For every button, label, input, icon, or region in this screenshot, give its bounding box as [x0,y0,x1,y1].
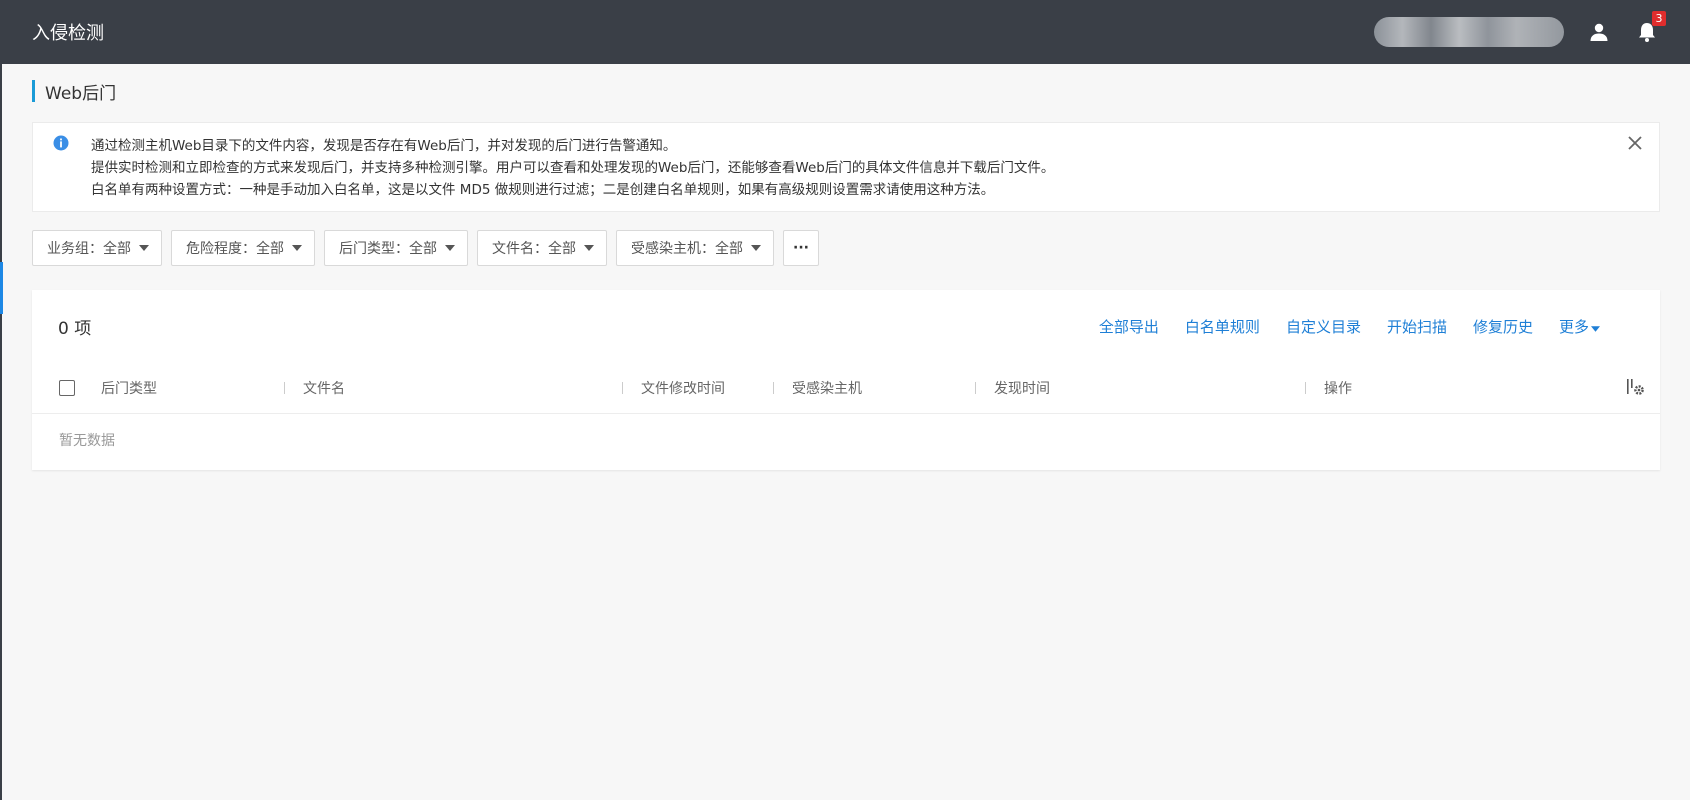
custom-directory-button[interactable]: 自定义目录 [1286,316,1361,337]
column-backdoor-type[interactable]: 后门类型 [101,362,157,414]
export-all-button[interactable]: 全部导出 [1099,316,1159,337]
filter-infected-host[interactable]: 受感染主机：全部 [616,230,774,266]
table-actions: 全部导出 白名单规则 自定义目录 开始扫描 修复历史 更多 [1099,316,1634,337]
more-actions-dropdown[interactable]: 更多 [1559,316,1600,337]
column-file-name[interactable]: 文件名 [303,362,345,414]
table-toolbar: 0 项 全部导出 白名单规则 自定义目录 开始扫描 修复历史 更多 [32,290,1660,362]
select-all-checkbox[interactable] [59,380,75,396]
close-icon[interactable] [1627,135,1643,158]
more-filters-button[interactable]: ··· [783,230,819,266]
results-table-card: 0 项 全部导出 白名单规则 自定义目录 开始扫描 修复历史 更多 后门类型 文… [32,290,1660,470]
empty-state: 暂无数据 [59,433,115,449]
top-bar: 入侵检测 3 [2,0,1690,64]
caret-down-icon [292,245,302,251]
caret-down-icon [751,245,761,251]
table-header: 后门类型 文件名 文件修改时间 受感染主机 发现时间 操作 [32,362,1660,414]
repair-history-button[interactable]: 修复历史 [1473,316,1533,337]
result-count: 0 项 [58,318,92,339]
column-divider [622,382,623,394]
user-icon[interactable] [1586,19,1612,45]
column-infected-host[interactable]: 受感染主机 [792,362,862,414]
info-line-3: 白名单有两种设置方式：一种是手动加入白名单，这是以文件 MD5 做规则进行过滤；… [91,182,995,198]
caret-down-icon [584,245,594,251]
info-alert: 通过检测主机Web目录下的文件内容，发现是否存在有Web后门，并对发现的后门进行… [32,122,1660,212]
caret-down-icon [139,245,149,251]
column-settings-icon[interactable] [1626,378,1646,400]
start-scan-button[interactable]: 开始扫描 [1387,316,1447,337]
column-actions: 操作 [1324,381,1352,397]
filter-risk-level[interactable]: 危险程度：全部 [171,230,315,266]
column-file-modified-time[interactable]: 文件修改时间 [641,362,725,414]
info-line-2: 提供实时检测和立即检查的方式来发现后门，并支持多种检测引擎。用户可以查看和处理发… [91,160,1055,176]
filter-backdoor-type[interactable]: 后门类型：全部 [324,230,468,266]
filter-file-name[interactable]: 文件名：全部 [477,230,607,266]
user-name-blurred[interactable] [1374,17,1564,47]
caret-down-icon [445,245,455,251]
app-title: 入侵检测 [32,23,104,44]
filter-business-group[interactable]: 业务组：全部 [32,230,162,266]
info-icon [53,135,69,158]
caret-down-icon [1591,325,1600,332]
notification-bell-button[interactable]: 3 [1634,11,1666,45]
top-bar-right: 3 [1374,11,1666,47]
page-title: Web后门 [32,80,1660,104]
notification-badge: 3 [1652,11,1666,26]
column-divider [1305,382,1306,394]
whitelist-rules-button[interactable]: 白名单规则 [1185,316,1260,337]
column-divider [284,382,285,394]
column-divider [773,382,774,394]
ellipsis-icon: ··· [793,240,809,256]
column-discovered-time[interactable]: 发现时间 [994,362,1050,414]
sidebar-active-marker [0,262,3,314]
filter-bar: 业务组：全部 危险程度：全部 后门类型：全部 文件名：全部 受感染主机：全部 ·… [32,230,1660,266]
column-divider [975,382,976,394]
info-line-1: 通过检测主机Web目录下的文件内容，发现是否存在有Web后门，并对发现的后门进行… [91,138,677,154]
